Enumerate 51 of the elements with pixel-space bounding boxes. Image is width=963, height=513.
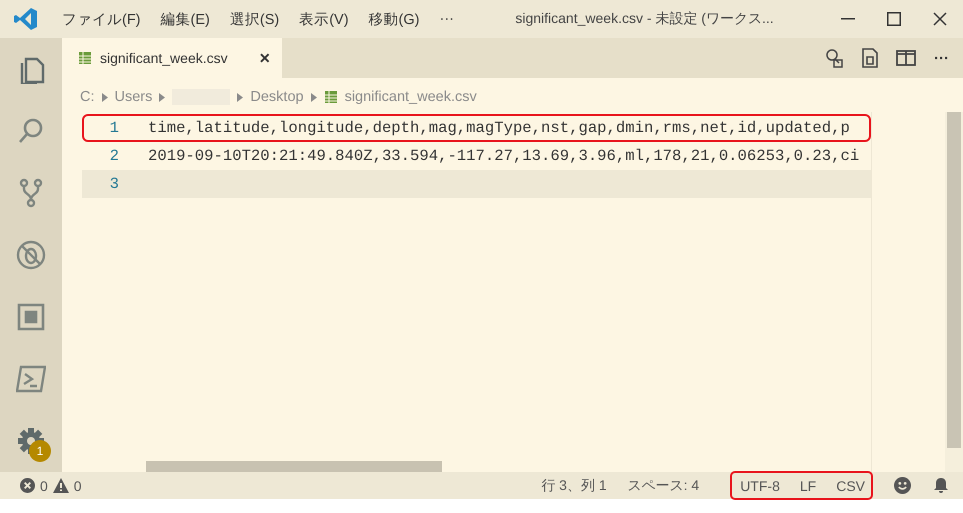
breadcrumb-item[interactable]: Desktop <box>250 89 304 105</box>
more-menu[interactable]: ··· <box>429 11 464 27</box>
chevron-icon <box>102 92 108 102</box>
vertical-scrollbar[interactable] <box>947 112 961 448</box>
warning-count[interactable]: 0 <box>74 478 82 494</box>
horizontal-scrollbar[interactable] <box>146 461 442 472</box>
status-item[interactable]: CSV <box>836 478 865 494</box>
window-title: significant_week.csv - 未設定 (ワークス... <box>514 10 775 28</box>
close-tab-button[interactable]: × <box>259 48 270 68</box>
code-line: time,latitude,longitude,depth,mag,magType,nst,gap,dmin,rms,net,id,updated,p <box>148 119 850 137</box>
status-item[interactable]: LF <box>800 478 816 494</box>
spreadsheet-icon <box>324 90 338 104</box>
status-item[interactable]: スペース: 4 <box>628 476 700 494</box>
chevron-icon <box>159 92 166 102</box>
status-item[interactable]: UTF-8 <box>740 478 780 494</box>
warning-icon[interactable] <box>52 478 69 493</box>
error-icon[interactable] <box>20 478 35 493</box>
document-icon[interactable] <box>862 48 878 68</box>
branch-icon[interactable] <box>19 178 43 208</box>
chevron-icon <box>310 92 317 102</box>
menu-item[interactable]: 移動(G) <box>358 10 430 28</box>
breadcrumb-item[interactable]: significant_week.csv <box>344 89 477 105</box>
editor-tab[interactable]: significant_week.csv × <box>62 38 282 78</box>
extensions-icon[interactable] <box>17 303 45 331</box>
app-logo-icon <box>14 7 38 31</box>
menu-item[interactable]: 選択(S) <box>220 10 290 28</box>
bug-icon[interactable] <box>16 240 46 270</box>
menu-item[interactable]: 編集(E) <box>150 10 220 28</box>
minimize-icon[interactable] <box>841 18 855 20</box>
notification-badge: 1 <box>29 440 51 462</box>
search-icon[interactable] <box>17 117 45 145</box>
line-number: 2 <box>108 147 120 165</box>
bell-icon[interactable] <box>933 477 949 494</box>
menu-item[interactable]: ファイル(F) <box>52 10 151 28</box>
breadcrumb-item[interactable]: Users <box>114 89 152 105</box>
smiley-icon[interactable] <box>894 477 911 494</box>
menu-item[interactable]: 表示(V) <box>289 10 359 28</box>
terminal-icon[interactable] <box>16 365 46 393</box>
line-number: 3 <box>108 175 120 193</box>
split-editor-icon[interactable] <box>896 50 916 66</box>
line-number: 1 <box>108 119 120 137</box>
status-item[interactable]: 行 3、列 1 <box>541 476 607 494</box>
more-actions-button[interactable]: ··· <box>934 50 949 66</box>
close-icon[interactable] <box>933 12 947 26</box>
spreadsheet-icon <box>78 51 92 65</box>
chevron-icon <box>237 92 244 102</box>
code-line: 2019-09-10T20:21:49.840Z,33.594,-117.27,13.69,3.96,ml,178,21,0.06253,0.23,ci <box>148 147 860 165</box>
error-count[interactable]: 0 <box>40 478 48 494</box>
preview-search-icon[interactable] <box>824 48 844 68</box>
breadcrumb-item[interactable]: C: <box>80 89 94 105</box>
maximize-icon[interactable] <box>887 12 901 26</box>
